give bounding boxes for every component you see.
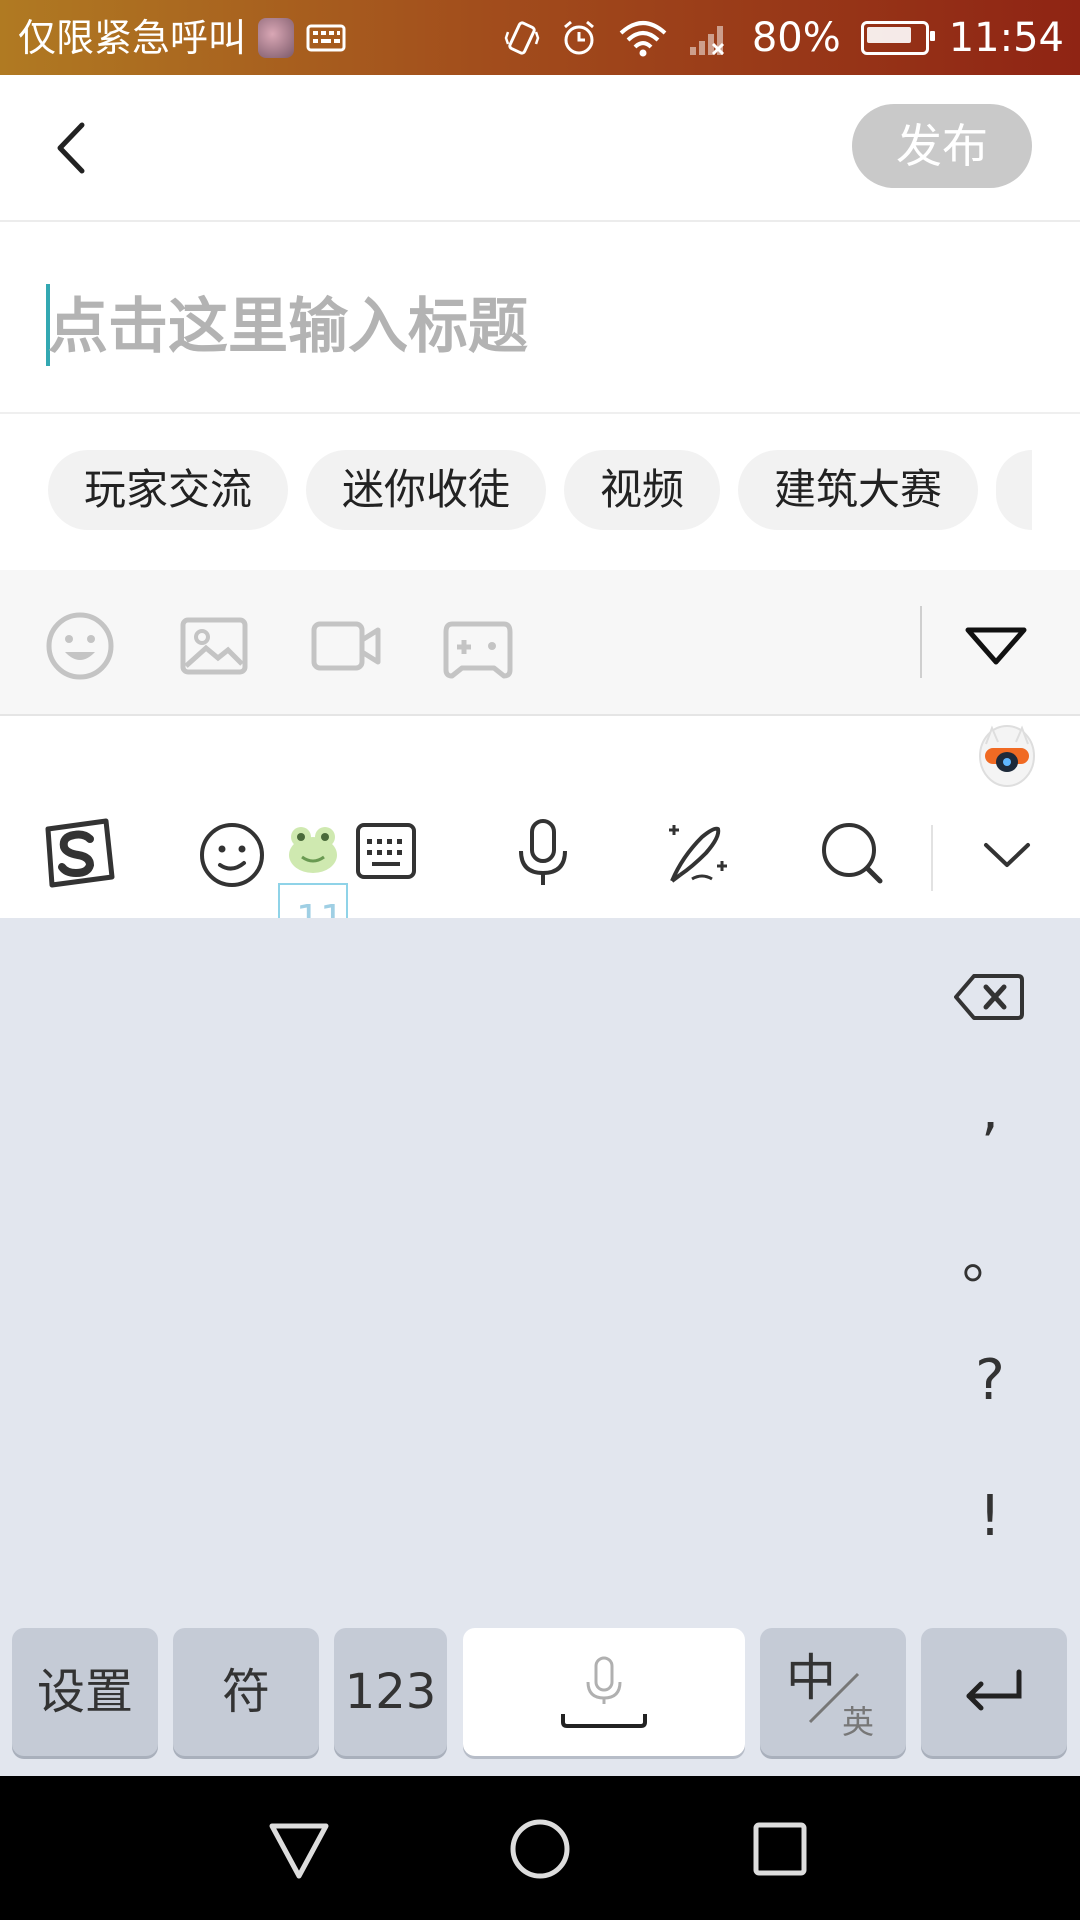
search-icon[interactable] (816, 817, 888, 889)
video-icon[interactable] (310, 610, 382, 682)
publish-button[interactable]: 发布 (852, 104, 1032, 188)
system-navigation-bar (0, 1776, 1080, 1920)
toolbar-divider (920, 606, 922, 678)
nav-back-icon[interactable] (266, 1816, 332, 1882)
question-key[interactable]: ? (940, 1348, 1040, 1413)
title-input-area (0, 222, 1080, 414)
carrier-text: 仅限紧急呼叫 (18, 16, 247, 60)
exclamation-key[interactable]: ! (940, 1484, 1040, 1549)
frog-sticker-icon[interactable] (284, 819, 342, 877)
emoji-icon[interactable] (44, 610, 116, 682)
keyboard-area: , 。 ? ! 设置 符 123 中 英 (0, 918, 1080, 1776)
notification-avatar-icon (258, 18, 295, 58)
status-bar: 仅限紧急呼叫 80% 11:54 (0, 0, 1080, 75)
voice-space-icon (561, 1656, 647, 1728)
collapse-triangle-icon[interactable] (960, 610, 1032, 682)
nav-home-icon[interactable] (507, 1816, 573, 1882)
nav-recents-icon[interactable] (747, 1816, 813, 1882)
robot-assistant-icon[interactable] (978, 718, 1036, 788)
enter-icon (966, 1669, 1022, 1711)
period-key[interactable]: 。 (940, 1214, 1040, 1295)
battery-percent: 80% (751, 15, 841, 61)
symbols-key[interactable]: 符 (173, 1628, 319, 1756)
gamepad-icon[interactable] (442, 610, 514, 682)
editor-toolbar (0, 570, 1080, 716)
tag-chip[interactable]: 建筑大赛 (738, 450, 978, 530)
image-icon[interactable] (178, 610, 250, 682)
enter-key[interactable] (921, 1628, 1067, 1756)
signal-no-sim-icon (689, 26, 724, 56)
emoji-icon[interactable] (196, 819, 268, 891)
ime-toolbar-divider (931, 825, 933, 891)
backspace-icon[interactable] (954, 972, 1024, 1022)
numbers-key[interactable]: 123 (334, 1628, 447, 1756)
back-arrow-icon[interactable] (40, 115, 106, 181)
alarm-icon (563, 20, 594, 55)
tag-chip[interactable]: 视频 (564, 450, 720, 530)
keyboard-icon[interactable] (354, 819, 418, 883)
settings-key[interactable]: 设置 (12, 1628, 158, 1756)
comma-key[interactable]: , (940, 1078, 1040, 1143)
collapse-chevron-icon[interactable] (972, 819, 1042, 889)
ime-toolbar: 11: (0, 795, 1080, 955)
tag-chip[interactable]: 玩家交流 (48, 450, 288, 530)
lang-en-label: 英 (842, 1703, 875, 1741)
microphone-icon[interactable] (507, 817, 579, 889)
battery-icon (860, 21, 935, 55)
keyboard-notification-icon (306, 24, 346, 52)
sogou-logo-icon[interactable] (40, 815, 116, 891)
topic-tag-row: 玩家交流 迷你收徒 视频 建筑大赛 (0, 414, 1080, 570)
tag-chip[interactable]: 迷你收徒 (306, 450, 546, 530)
language-switch-key[interactable]: 中 英 (760, 1628, 906, 1756)
top-bar: 发布 (0, 75, 1080, 222)
space-key[interactable] (463, 1628, 745, 1756)
clock: 11:54 (948, 15, 1064, 61)
title-input[interactable] (48, 292, 1028, 362)
handwriting-icon[interactable] (662, 817, 734, 889)
wifi-icon (619, 21, 667, 57)
tag-chip-partial[interactable] (996, 450, 1032, 530)
vibrate-icon (504, 21, 540, 55)
